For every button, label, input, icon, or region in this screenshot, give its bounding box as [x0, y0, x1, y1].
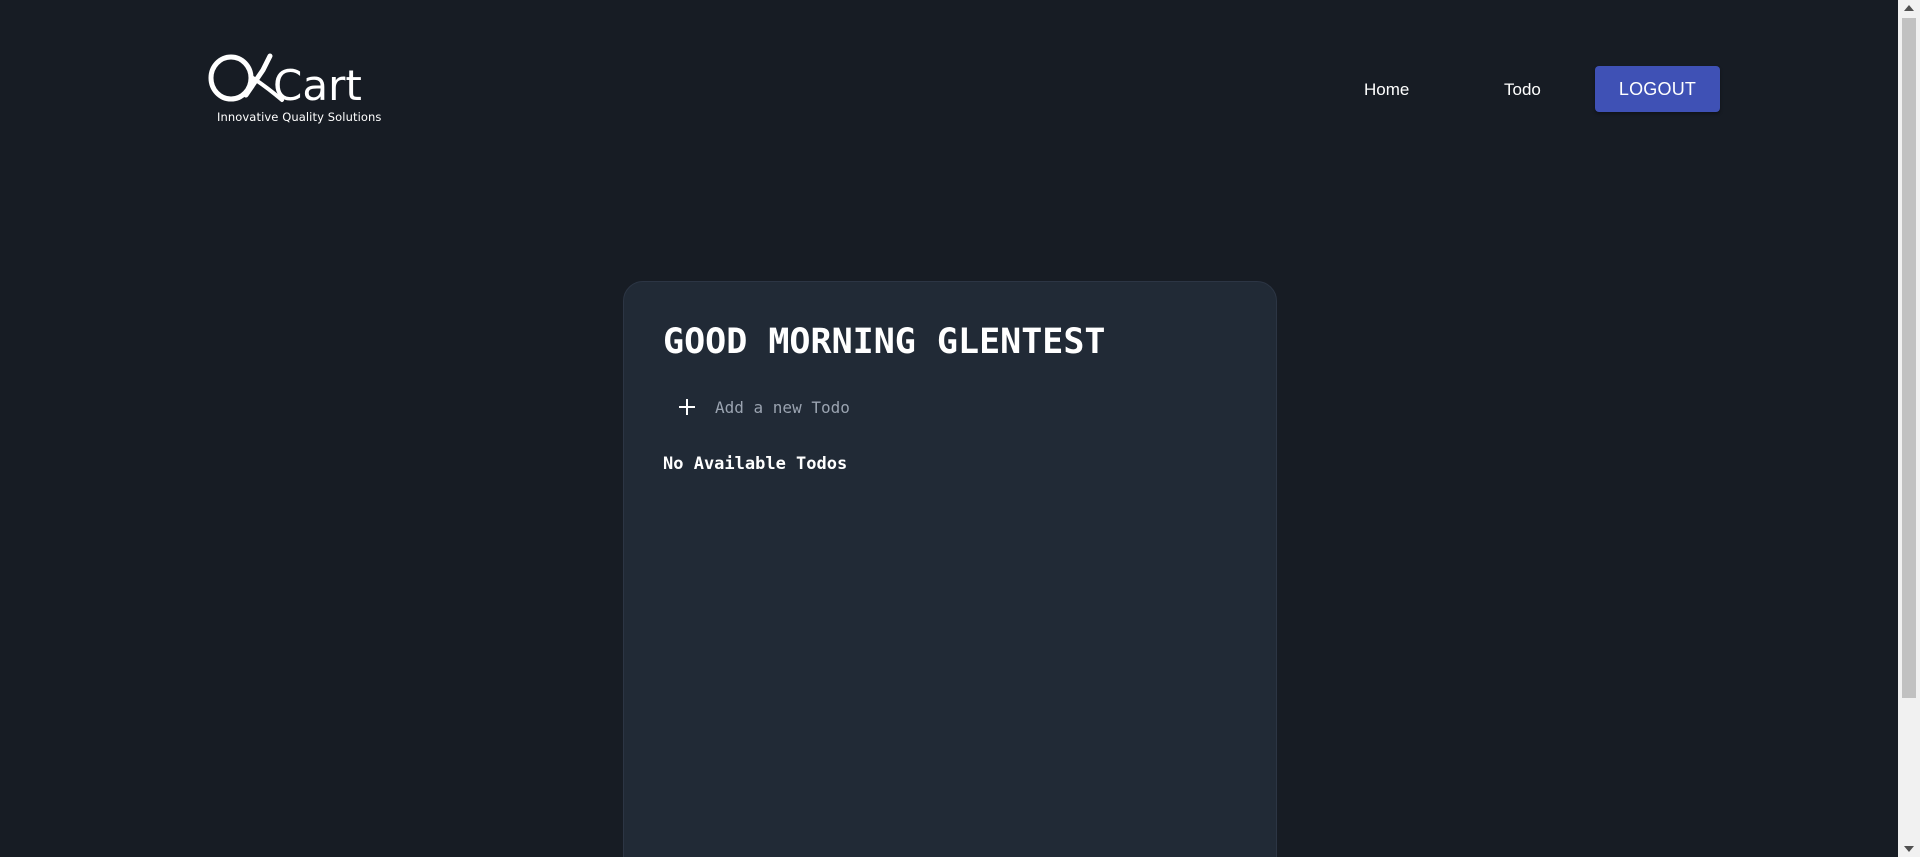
greeting-heading: GOOD MORNING GLENTEST [663, 322, 1106, 362]
scroll-down-icon[interactable] [1904, 846, 1914, 852]
logo-mark: Cart [208, 53, 362, 110]
nav-todo-link[interactable]: Todo [1504, 80, 1541, 100]
add-todo-input[interactable] [715, 397, 1015, 417]
page: Cart Innovative Quality Solutions Home T… [0, 0, 1898, 857]
plus-icon[interactable] [679, 399, 695, 415]
logout-button[interactable]: LOGOUT [1595, 66, 1720, 112]
qkart-logo[interactable]: Cart Innovative Quality Solutions [208, 50, 398, 130]
empty-todos-message: No Available Todos [663, 454, 848, 474]
scroll-up-icon[interactable] [1904, 5, 1914, 11]
svg-text:Cart: Cart [273, 61, 362, 110]
add-todo-row[interactable] [679, 392, 1015, 422]
todo-card: GOOD MORNING GLENTEST No Available Todos [623, 281, 1277, 857]
scroll-thumb[interactable] [1902, 18, 1916, 698]
nav-home-link[interactable]: Home [1364, 80, 1409, 100]
page-scrollbar[interactable] [1898, 0, 1920, 857]
logo-tagline: Innovative Quality Solutions [217, 110, 382, 124]
